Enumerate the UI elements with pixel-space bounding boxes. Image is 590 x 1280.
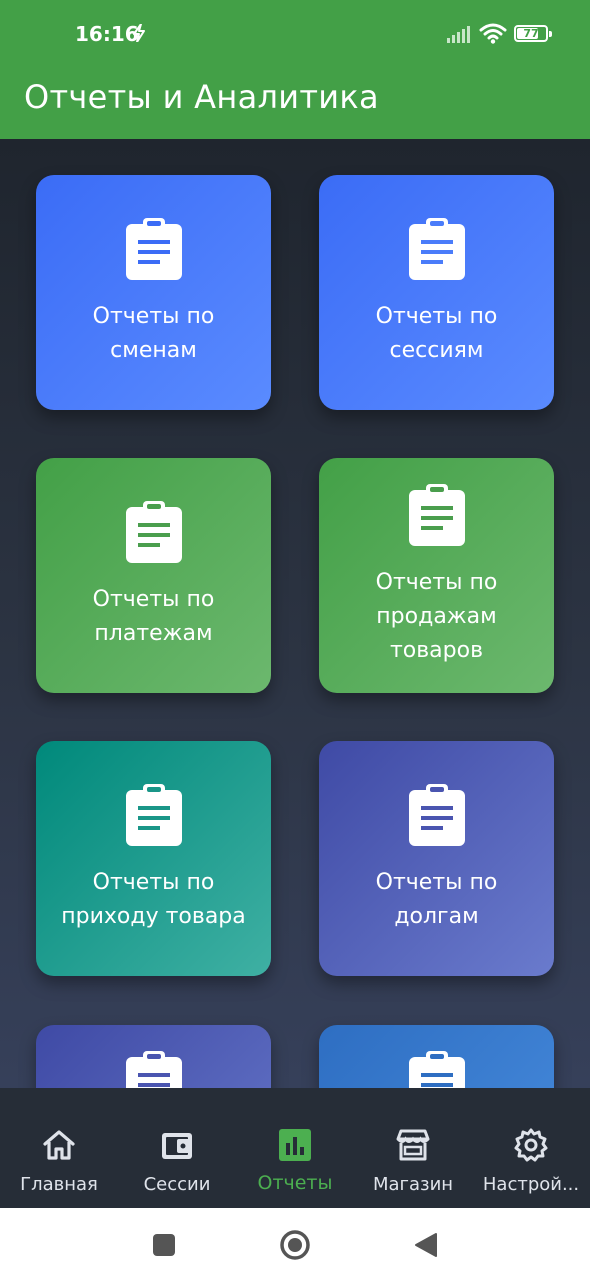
clipboard-icon — [125, 500, 182, 563]
square-icon — [153, 1234, 175, 1256]
home-button[interactable] — [279, 1229, 311, 1265]
gear-icon — [514, 1128, 548, 1162]
report-card-label: Отчеты по сессиям — [375, 303, 498, 363]
status-bar: 16:16 77 — [0, 0, 590, 68]
nav-label: Настрой... — [482, 1174, 580, 1195]
nav-item-settings[interactable]: Настрой... — [472, 1112, 590, 1208]
nav-item-sessions[interactable]: Сессии — [118, 1112, 236, 1208]
signal-icon — [447, 26, 470, 43]
report-card-partial-2[interactable] — [319, 1025, 554, 1088]
nav-label: Сессии — [143, 1174, 211, 1195]
system-navigation-bar — [0, 1208, 590, 1280]
nav-item-reports[interactable]: Отчеты — [236, 1112, 354, 1208]
page-title: Отчеты и Аналитика — [24, 78, 379, 116]
wallet-icon — [162, 1133, 192, 1159]
report-card-label: Отчеты по приходу товара — [61, 869, 246, 929]
nav-label: Магазин — [372, 1174, 454, 1195]
report-card-sessions[interactable]: Отчеты по сессиям — [319, 175, 554, 410]
nav-label: Отчеты — [257, 1172, 333, 1194]
clipboard-icon — [408, 217, 465, 280]
clipboard-icon — [125, 1051, 182, 1088]
app-bar: 16:16 77 Отчеты и Аналитика — [0, 0, 590, 139]
clipboard-icon — [125, 783, 182, 846]
home-icon — [43, 1130, 75, 1160]
store-icon — [396, 1129, 430, 1161]
nav-item-store[interactable]: Магазин — [354, 1112, 472, 1208]
bottom-navigation: Главная Сессии Отчеты Магазин Настрой... — [0, 1112, 590, 1208]
report-card-product-sales[interactable]: Отчеты по продажам товаров — [319, 458, 554, 693]
circle-icon — [280, 1230, 310, 1260]
bottom-nav-top-gap — [0, 1088, 590, 1112]
report-card-debts[interactable]: Отчеты по долгам — [319, 741, 554, 976]
report-card-label: Отчеты по сменам — [92, 303, 215, 363]
report-card-payments[interactable]: Отчеты по платежам — [36, 458, 271, 693]
battery-icon: 77 — [514, 25, 552, 42]
clipboard-icon — [408, 1051, 465, 1088]
bar-chart-icon — [279, 1129, 311, 1161]
report-card-label: Отчеты по продажам товаров — [375, 569, 498, 663]
status-time: 16:16 — [75, 22, 139, 46]
recents-button[interactable] — [153, 1234, 175, 1260]
nav-item-home[interactable]: Главная — [0, 1112, 118, 1208]
report-card-partial-1[interactable] — [36, 1025, 271, 1088]
triangle-back-icon — [415, 1233, 437, 1257]
report-card-label: Отчеты по долгам — [375, 869, 498, 929]
report-card-goods-receipt[interactable]: Отчеты по приходу товара — [36, 741, 271, 976]
report-card-shifts[interactable]: Отчеты по сменам — [36, 175, 271, 410]
back-button[interactable] — [414, 1232, 438, 1262]
reports-grid: Отчеты по сменам Отчеты по сессиям Отчет… — [0, 139, 590, 1088]
clipboard-icon — [125, 217, 182, 280]
nav-label: Главная — [20, 1174, 98, 1195]
report-card-label: Отчеты по платежам — [92, 586, 215, 646]
wifi-icon — [479, 23, 507, 44]
clipboard-icon — [408, 483, 465, 546]
battery-level: 77 — [523, 27, 539, 40]
bolt-icon — [133, 24, 145, 42]
clipboard-icon — [408, 783, 465, 846]
